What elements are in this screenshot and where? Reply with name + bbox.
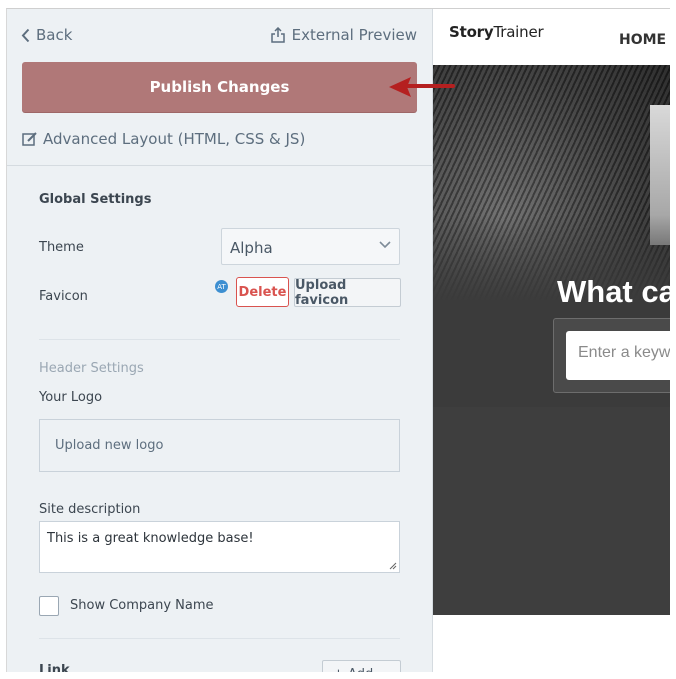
upload-favicon-button[interactable]: Upload favicon — [294, 278, 401, 308]
external-preview-link[interactable]: External Preview — [270, 26, 417, 44]
brand-light: Trainer — [493, 23, 544, 41]
sidebar-topbar: Back External Preview Publish Changes Ad… — [7, 9, 432, 166]
hero-title: What ca — [557, 274, 670, 309]
nav-home-link[interactable]: HOME — [619, 32, 666, 48]
site-preview: StoryTrainer HOME What ca Enter a keyw — [433, 9, 670, 672]
brand-bold: Story — [449, 23, 494, 41]
global-settings-title: Global Settings — [39, 192, 152, 207]
upload-logo-label: Upload new logo — [55, 438, 164, 453]
chevron-left-icon — [21, 28, 30, 42]
advanced-layout-label: Advanced Layout (HTML, CSS & JS) — [43, 130, 306, 148]
back-link[interactable]: Back — [21, 26, 72, 44]
site-description-value: This is a great knowledge base! — [47, 531, 254, 546]
header-settings-title: Header Settings — [39, 361, 144, 376]
site-description-label: Site description — [39, 502, 141, 517]
section-divider — [39, 638, 400, 639]
your-logo-label: Your Logo — [39, 390, 103, 405]
preview-dark-band — [433, 407, 670, 615]
publish-label: Publish Changes — [149, 78, 290, 96]
theme-label: Theme — [39, 240, 84, 255]
search-input[interactable]: Enter a keyw — [566, 331, 670, 380]
settings-sidebar: Back External Preview Publish Changes Ad… — [7, 9, 433, 672]
links-label: Link — [39, 663, 70, 672]
favicon-preview-badge: AT — [215, 280, 228, 293]
site-description-textarea[interactable]: This is a great knowledge base! — [39, 521, 400, 573]
brand-logo: StoryTrainer — [449, 23, 544, 41]
chevron-down-icon — [379, 241, 391, 249]
delete-favicon-button[interactable]: Delete — [236, 277, 289, 307]
theme-select[interactable]: Alpha — [221, 228, 400, 265]
publish-changes-button[interactable]: Publish Changes — [22, 62, 417, 112]
upload-logo-dropzone[interactable]: Upload new logo — [39, 419, 400, 472]
theme-value: Alpha — [230, 239, 273, 257]
add-link-button[interactable]: + Add link — [322, 660, 401, 672]
favicon-label: Favicon — [39, 289, 88, 304]
edit-icon — [22, 132, 37, 146]
resize-grip-icon[interactable] — [389, 562, 397, 570]
back-label: Back — [36, 26, 73, 44]
annotation-arrow-icon — [389, 77, 455, 97]
app-window: Back External Preview Publish Changes Ad… — [6, 8, 670, 672]
show-company-name-label: Show Company Name — [70, 598, 214, 613]
show-company-name-checkbox[interactable] — [39, 596, 59, 616]
share-icon — [270, 27, 285, 43]
section-divider — [39, 339, 400, 340]
advanced-layout-link[interactable]: Advanced Layout (HTML, CSS & JS) — [22, 130, 305, 148]
external-preview-label: External Preview — [291, 26, 417, 44]
